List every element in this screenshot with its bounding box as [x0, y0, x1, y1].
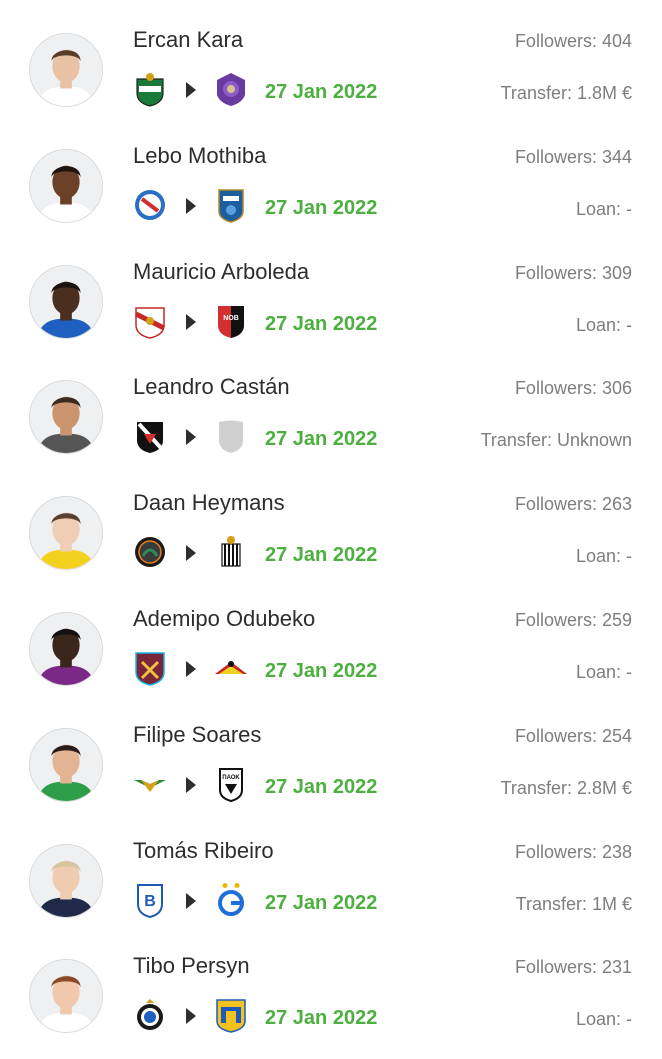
player-avatar[interactable] [29, 496, 103, 570]
transfer-date: 27 Jan 2022 [265, 892, 378, 914]
player-name[interactable]: Leandro Castán [133, 374, 290, 400]
transfer-date: 27 Jan 2022 [265, 776, 378, 798]
followers-count: Followers: 259 [514, 610, 632, 630]
west-ham-crest[interactable] [133, 650, 167, 686]
transfer-date: 27 Jan 2022 [265, 660, 378, 682]
player-photo [30, 150, 102, 222]
player-photo [30, 497, 102, 569]
rayo-vallecano-crest[interactable] [133, 303, 167, 339]
followers-count: Followers: 404 [514, 31, 632, 51]
player-photo [30, 613, 102, 685]
arrow-right-icon [186, 429, 196, 445]
player-name[interactable]: Mauricio Arboleda [133, 259, 309, 285]
arrow-right-icon [186, 314, 196, 330]
transfer-row[interactable]: Mauricio Arboleda Followers: 309 NOB 27 Jan… [0, 243, 662, 359]
transfer-date: 27 Jan 2022 [265, 1007, 378, 1029]
followers-count: Followers: 344 [514, 147, 632, 167]
player-name[interactable]: Tibo Persyn [133, 953, 250, 979]
followers-count: Followers: 231 [514, 957, 632, 977]
unknown-club-crest[interactable] [214, 418, 248, 454]
transfer-fee: Loan: - [575, 199, 632, 219]
transfer-fee: Loan: - [575, 315, 632, 335]
troyes-crest[interactable] [214, 187, 248, 223]
arrow-right-icon [186, 545, 196, 561]
orlando-city-crest[interactable] [214, 71, 248, 107]
svg-text:ΠΑΟΚ: ΠΑΟΚ [222, 775, 240, 781]
strasbourg-crest[interactable] [133, 187, 167, 223]
player-photo [30, 729, 102, 801]
player-avatar[interactable] [29, 33, 103, 107]
arrow-right-icon [186, 893, 196, 909]
transfer-fee: Transfer: 2.8M € [500, 778, 632, 798]
transfer-date: 27 Jan 2022 [265, 313, 378, 335]
player-name[interactable]: Lebo Mothiba [133, 143, 266, 169]
followers-count: Followers: 263 [514, 494, 632, 514]
transfer-row[interactable]: Tomás Ribeiro Followers: 238 B 27 Jan 2022 T… [0, 822, 662, 938]
transfer-row[interactable]: Lebo Mothiba Followers: 344 27 Jan 2022 Loa… [0, 127, 662, 243]
arrow-right-icon [186, 661, 196, 677]
player-avatar[interactable] [29, 959, 103, 1033]
arrow-right-icon [186, 1008, 196, 1024]
rapid-wien-crest[interactable] [133, 71, 167, 107]
followers-count: Followers: 254 [514, 726, 632, 746]
svg-text:NOB: NOB [223, 315, 239, 322]
player-name[interactable]: Ademipo Odubeko [133, 606, 315, 632]
transfer-fee: Loan: - [575, 662, 632, 682]
transfer-fee: Loan: - [575, 1009, 632, 1029]
club-brugge-crest[interactable] [133, 997, 167, 1033]
newells-old-boys-crest[interactable]: NOB [214, 303, 248, 339]
transfer-row[interactable]: Daan Heymans Followers: 263 27 Jan 2022 Loa… [0, 474, 662, 590]
transfer-row[interactable]: Ademipo Odubeko Followers: 259 27 Jan 2022… [0, 590, 662, 706]
player-photo [30, 34, 102, 106]
paok-crest[interactable]: ΠΑΟΚ [214, 766, 248, 802]
player-name[interactable]: Ercan Kara [133, 27, 243, 53]
svg-text:B: B [144, 893, 156, 910]
transfer-row[interactable]: Tibo Persyn Followers: 231 27 Jan 2022 Loan… [0, 937, 662, 1053]
transfer-row[interactable]: Leandro Castán Followers: 306 27 Jan 2022 T… [0, 358, 662, 474]
player-photo [30, 960, 102, 1032]
player-name[interactable]: Filipe Soares [133, 722, 261, 748]
player-photo [30, 381, 102, 453]
grasshoppers-crest[interactable] [214, 882, 248, 918]
transfer-row[interactable]: Filipe Soares Followers: 254 ΠΑΟΚ 27 Jan 20… [0, 706, 662, 822]
player-avatar[interactable] [29, 844, 103, 918]
player-photo [30, 845, 102, 917]
arrow-right-icon [186, 777, 196, 793]
charleroi-crest[interactable] [214, 534, 248, 570]
player-avatar[interactable] [29, 380, 103, 454]
transfer-row[interactable]: Ercan Kara Followers: 404 27 Jan 2022 Trans… [0, 11, 662, 127]
followers-count: Followers: 306 [514, 378, 632, 398]
player-avatar[interactable] [29, 265, 103, 339]
followers-count: Followers: 238 [514, 842, 632, 862]
player-name[interactable]: Tomás Ribeiro [133, 838, 274, 864]
venezia-crest[interactable] [133, 534, 167, 570]
transfer-list: Ercan Kara Followers: 404 27 Jan 2022 Trans… [0, 0, 662, 1059]
transfer-fee: Transfer: 1.8M € [500, 83, 632, 103]
doncaster-rovers-crest[interactable] [214, 650, 248, 686]
transfer-date: 27 Jan 2022 [265, 544, 378, 566]
arrow-right-icon [186, 198, 196, 214]
moreirense-crest[interactable] [133, 766, 167, 802]
player-name[interactable]: Daan Heymans [133, 490, 285, 516]
transfer-fee: Transfer: 1M € [515, 894, 632, 914]
transfer-fee: Transfer: Unknown [480, 430, 632, 450]
arrow-right-icon [186, 82, 196, 98]
player-avatar[interactable] [29, 728, 103, 802]
belenenses-crest[interactable]: B [133, 882, 167, 918]
transfer-date: 27 Jan 2022 [265, 197, 378, 219]
transfer-fee: Loan: - [575, 546, 632, 566]
player-avatar[interactable] [29, 149, 103, 223]
player-avatar[interactable] [29, 612, 103, 686]
westerlo-crest[interactable] [214, 997, 248, 1033]
player-photo [30, 266, 102, 338]
transfer-date: 27 Jan 2022 [265, 81, 378, 103]
followers-count: Followers: 309 [514, 263, 632, 283]
vasco-da-gama-crest[interactable] [133, 418, 167, 454]
transfer-date: 27 Jan 2022 [265, 428, 378, 450]
